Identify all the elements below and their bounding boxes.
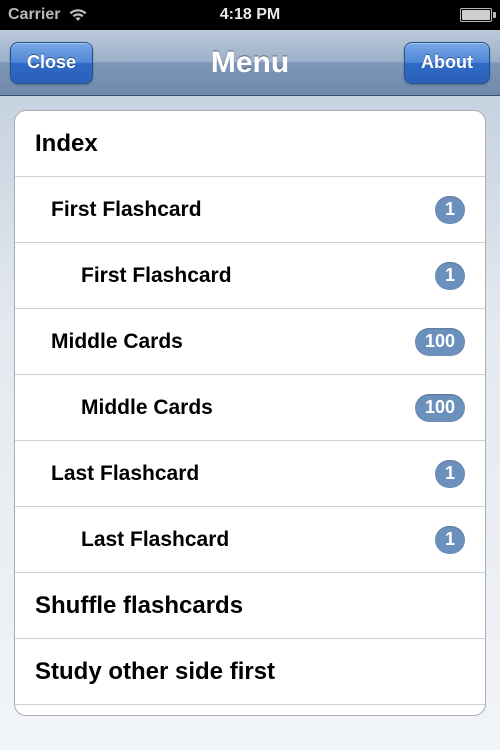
nav-bar: Close Menu About — [0, 30, 500, 96]
list-item-label: First Flashcard — [35, 264, 232, 288]
content-area: Index First Flashcard 1 First Flashcard … — [0, 96, 500, 750]
count-badge: 1 — [435, 196, 465, 224]
wifi-icon — [68, 8, 88, 22]
count-badge: 1 — [435, 460, 465, 488]
status-left: Carrier — [8, 6, 88, 24]
menu-card: Index First Flashcard 1 First Flashcard … — [14, 110, 486, 716]
close-button[interactable]: Close — [10, 42, 93, 84]
count-badge: 100 — [415, 328, 465, 356]
list-item-label: Last Flashcard — [35, 528, 229, 552]
about-button[interactable]: About — [404, 42, 490, 84]
index-subitem-middle-cards[interactable]: Middle Cards 100 — [15, 375, 485, 441]
option-label: Study other side first — [35, 658, 275, 686]
status-right — [460, 8, 492, 22]
index-header-label: Index — [35, 130, 98, 158]
index-subitem-first-flashcard[interactable]: First Flashcard 1 — [15, 243, 485, 309]
status-time: 4:18 PM — [220, 6, 280, 24]
list-item-label: Middle Cards — [35, 330, 183, 354]
list-item-label: Middle Cards — [35, 396, 213, 420]
carrier-label: Carrier — [8, 6, 60, 24]
page-title: Menu — [211, 46, 289, 80]
list-item-label: Last Flashcard — [35, 462, 199, 486]
index-item-middle-cards[interactable]: Middle Cards 100 — [15, 309, 485, 375]
list-item-label: First Flashcard — [35, 198, 202, 222]
battery-icon — [460, 8, 492, 22]
option-label: Shuffle flashcards — [35, 592, 243, 620]
count-badge: 1 — [435, 526, 465, 554]
index-item-last-flashcard[interactable]: Last Flashcard 1 — [15, 441, 485, 507]
count-badge: 1 — [435, 262, 465, 290]
option-shuffle-flashcards[interactable]: Shuffle flashcards — [15, 573, 485, 639]
option-study-other-side[interactable]: Study other side first — [15, 639, 485, 705]
index-item-first-flashcard[interactable]: First Flashcard 1 — [15, 177, 485, 243]
index-header-row[interactable]: Index — [15, 111, 485, 177]
list-cutoff — [15, 705, 485, 715]
count-badge: 100 — [415, 394, 465, 422]
index-subitem-last-flashcard[interactable]: Last Flashcard 1 — [15, 507, 485, 573]
status-bar: Carrier 4:18 PM — [0, 0, 500, 30]
